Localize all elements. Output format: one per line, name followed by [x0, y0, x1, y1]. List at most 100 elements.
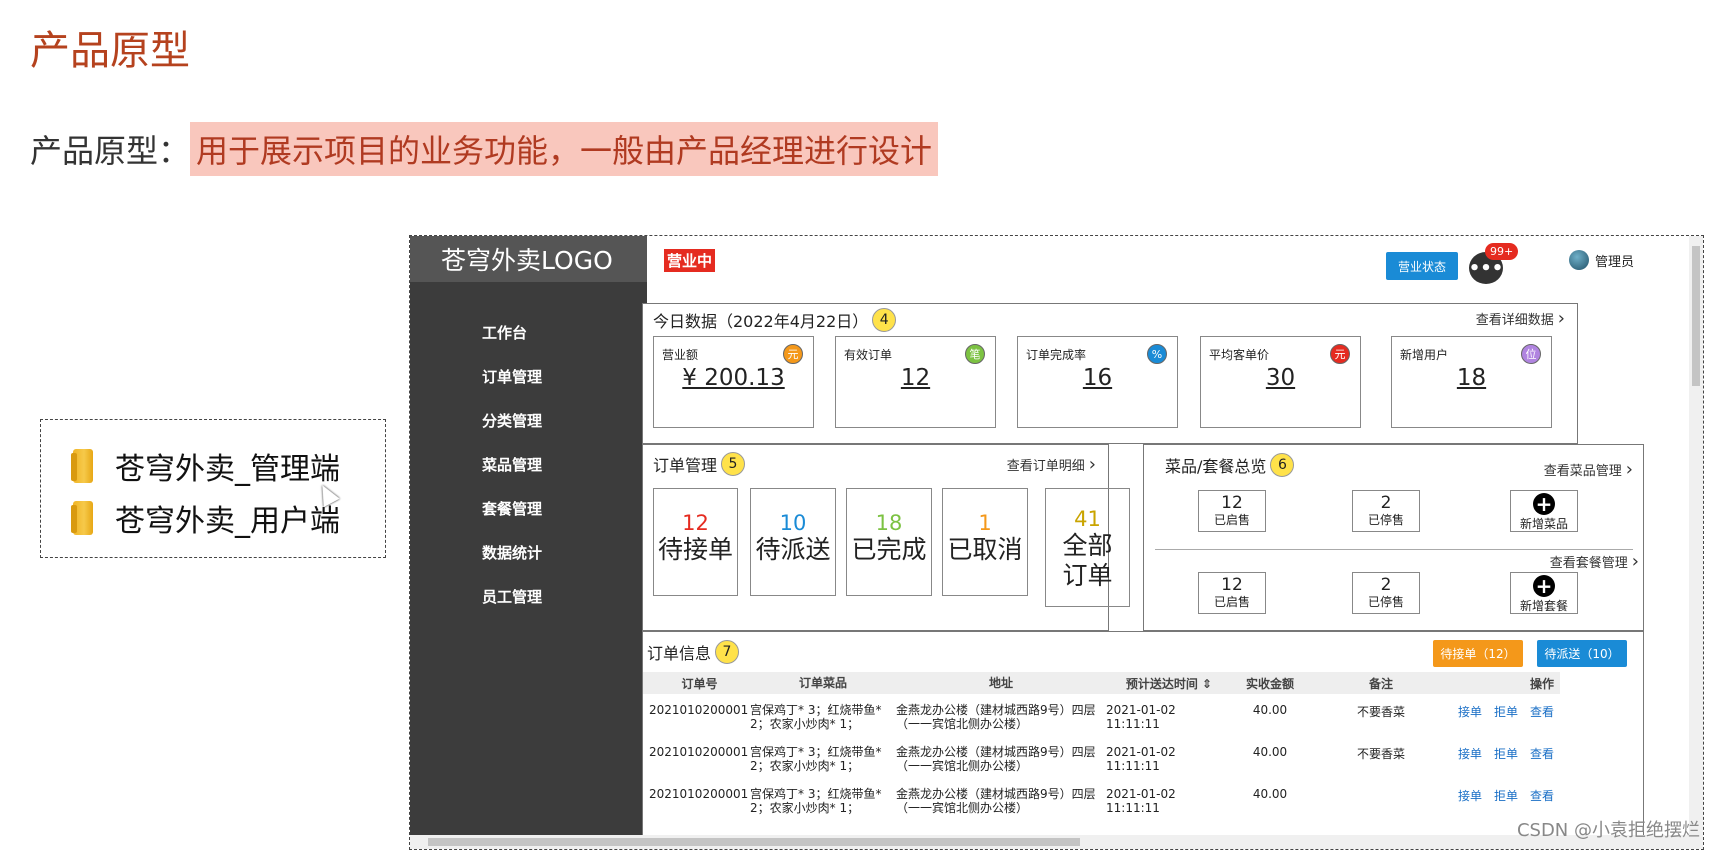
order-address: 金燕龙办公楼（建材城西路9号）四层（一一宾馆北侧办公楼） — [896, 745, 1096, 773]
row-actions: 接单 拒单 查看 — [1454, 745, 1560, 762]
stat-label: 平均客单价 — [1209, 348, 1270, 362]
today-data-panel: 今日数据（2022年4月22日） 4 查看详细数据 › 营业额 元 ¥ 200.1… — [642, 303, 1578, 444]
sidebar-item-dishes[interactable]: 菜品管理 — [410, 442, 647, 486]
row-actions: 接单 拒单 查看 — [1454, 703, 1560, 720]
sidebar-item-categories[interactable]: 分类管理 — [410, 398, 647, 442]
add-combo-button[interactable]: + 新增套餐 — [1510, 572, 1578, 614]
order-id: 2021010200001 — [649, 703, 749, 717]
stat-label: 订单完成率 — [1026, 348, 1087, 362]
accept-link[interactable]: 接单 — [1458, 703, 1482, 720]
scrollbar-thumb[interactable] — [428, 838, 1080, 846]
view-link[interactable]: 查看 — [1530, 787, 1554, 804]
view-dishes-link[interactable]: 查看菜品管理 › — [1544, 459, 1633, 480]
column-header-sortable[interactable]: 预计送达时间 ⇕ — [1106, 675, 1232, 692]
order-label: 已取消 — [947, 535, 1023, 564]
accept-link[interactable]: 接单 — [1458, 745, 1482, 762]
horizontal-scrollbar[interactable] — [410, 835, 1703, 849]
order-amount: 40.00 — [1252, 787, 1288, 801]
column-header: 地址 — [988, 676, 1013, 690]
reject-link[interactable]: 拒单 — [1494, 745, 1518, 762]
top-bar: 营业中 营业状态 ••• 99+ 管理员 — [647, 236, 1703, 296]
slide-subtitle: 产品原型： 用于展示项目的业务功能，一般由产品经理进行设计 — [30, 122, 939, 176]
order-amount: 40.00 — [1252, 745, 1288, 759]
view-combos-link[interactable]: 查看套餐管理 › — [1550, 551, 1639, 572]
dish-off-count: 2 — [1380, 493, 1392, 513]
folder-label: 苍穹外卖_用户端 — [115, 504, 340, 539]
folder-item-admin[interactable]: 苍穹外卖_管理端 — [71, 440, 385, 492]
message-count-badge: 99+ — [1485, 243, 1519, 260]
stat-value: ¥ 200.13 — [682, 365, 785, 391]
combo-on-label: 已启售 — [1213, 595, 1250, 609]
vertical-scrollbar[interactable] — [1689, 236, 1703, 836]
plus-icon: + — [1533, 493, 1555, 515]
order-time: 2021-01-02 11:11:11 — [1106, 703, 1176, 731]
sidebar-item-employees[interactable]: 员工管理 — [410, 574, 647, 618]
dish-on-count: 12 — [1221, 493, 1243, 513]
table-header: 订单号 订单菜品 地址 预计送达时间 ⇕ 实收金额 备注 操作 — [643, 672, 1560, 694]
folder-item-user[interactable]: 苍穹外卖_用户端 — [71, 492, 385, 544]
number-badge: 6 — [1270, 453, 1295, 477]
view-detail-link[interactable]: 查看详细数据 › — [1476, 308, 1565, 329]
business-status-button[interactable]: 营业状态 — [1386, 252, 1458, 280]
panel-title: 菜品/套餐总览 6 — [1165, 453, 1295, 477]
view-link[interactable]: 查看 — [1530, 703, 1554, 720]
orders-title: 订单管理 — [653, 456, 718, 475]
delivery-filter-button[interactable]: 待派送（10） — [1537, 640, 1627, 667]
sidebar-item-workbench[interactable]: 工作台 — [410, 310, 647, 354]
combo-on-count: 12 — [1221, 575, 1243, 595]
user-name: 管理员 — [1595, 254, 1635, 270]
stat-label: 新增用户 — [1400, 348, 1449, 362]
stat-value: 12 — [900, 365, 931, 391]
slide-title: 产品原型 — [30, 28, 190, 74]
sidebar-item-combos[interactable]: 套餐管理 — [410, 486, 647, 530]
order-card-all[interactable]: 41 全部订单 — [1045, 488, 1130, 607]
order-card-completed[interactable]: 18 已完成 — [846, 488, 932, 596]
view-detail-label: 查看详细数据 — [1475, 313, 1554, 328]
dish-on-label: 已启售 — [1213, 513, 1250, 527]
avatar — [1569, 250, 1589, 270]
plus-icon: + — [1533, 575, 1555, 597]
order-label: 待派送 — [755, 535, 831, 564]
sidebar-item-statistics[interactable]: 数据统计 — [410, 530, 647, 574]
dish-overview-panel: 菜品/套餐总览 6 查看菜品管理 › 12 已启售 2 已停售 + 新增菜品 查看… — [1143, 444, 1644, 631]
order-card-to-deliver[interactable]: 10 待派送 — [750, 488, 836, 596]
dish-off-sale: 2 已停售 — [1352, 490, 1420, 532]
add-combo-label: 新增套餐 — [1519, 599, 1568, 613]
order-note: 不要香菜 — [1356, 747, 1405, 761]
stat-card-completion-rate: 订单完成率 % 16 — [1017, 336, 1178, 428]
order-label: 已完成 — [851, 535, 927, 564]
order-count: 12 — [682, 511, 709, 535]
view-orders-link[interactable]: 查看订单明细 › — [1007, 454, 1096, 475]
divider — [1155, 549, 1633, 550]
add-dish-label: 新增菜品 — [1519, 517, 1568, 531]
view-combos-label: 查看套餐管理 — [1549, 556, 1628, 571]
number-badge: 4 — [872, 308, 897, 332]
order-time: 2021-01-02 11:11:11 — [1106, 787, 1176, 815]
today-title: 今日数据（2022年4月22日） — [653, 312, 869, 331]
order-label: 全部订单 — [1062, 531, 1113, 590]
view-link[interactable]: 查看 — [1530, 745, 1554, 762]
combo-off-sale: 2 已停售 — [1352, 572, 1420, 614]
pending-filter-button[interactable]: 待接单（12） — [1433, 640, 1523, 667]
add-dish-button[interactable]: + 新增菜品 — [1510, 490, 1578, 532]
order-address: 金燕龙办公楼（建材城西路9号）四层（一一宾馆北侧办公楼） — [896, 787, 1096, 815]
scrollbar-thumb[interactable] — [1692, 246, 1700, 386]
reject-link[interactable]: 拒单 — [1494, 787, 1518, 804]
order-info-panel: 订单信息 7 待接单（12） 待派送（10） 订单号 订单菜品 地址 预计送达时… — [642, 631, 1644, 849]
order-card-cancelled[interactable]: 1 已取消 — [942, 488, 1028, 596]
accept-link[interactable]: 接单 — [1458, 787, 1482, 804]
order-card-pending[interactable]: 12 待接单 — [653, 488, 738, 596]
order-amount: 40.00 — [1252, 703, 1288, 717]
column-header: 订单菜品 — [798, 676, 847, 690]
sidebar-item-orders[interactable]: 订单管理 — [410, 354, 647, 398]
row-actions: 接单 拒单 查看 — [1454, 787, 1560, 804]
yuan-icon: 元 — [783, 344, 803, 364]
order-count-icon: 笔 — [965, 344, 985, 364]
user-menu[interactable]: 管理员 — [1569, 250, 1634, 270]
user-count-icon: 位 — [1521, 344, 1541, 364]
order-dishes: 宫保鸡丁* 3；红烧带鱼* 2；农家小炒肉* 1； — [750, 703, 882, 731]
chevron-right-icon: › — [1625, 459, 1633, 480]
reject-link[interactable]: 拒单 — [1494, 703, 1518, 720]
order-count: 1 — [978, 511, 992, 535]
column-header: 操作 — [1529, 676, 1554, 691]
